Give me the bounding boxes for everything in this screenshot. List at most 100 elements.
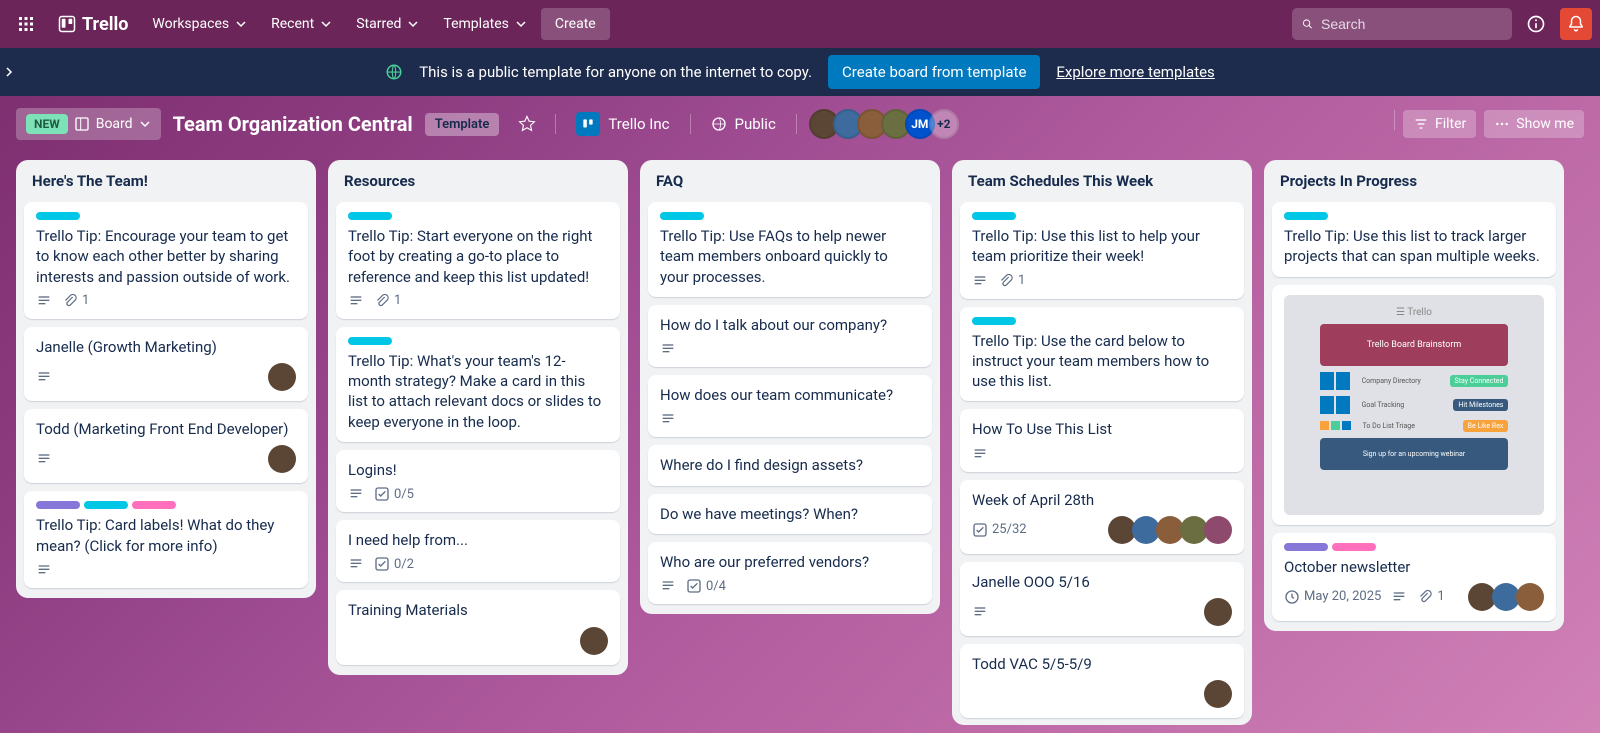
view-switcher[interactable]: NEW Board (16, 108, 161, 140)
card[interactable]: Trello Tip: Start everyone on the right … (336, 202, 620, 319)
list-title[interactable]: Projects In Progress (1272, 170, 1556, 194)
divider (690, 114, 691, 134)
card-members[interactable] (1204, 598, 1232, 626)
card[interactable]: I need help from...0/2 (336, 520, 620, 582)
card[interactable]: Trello Tip: Use FAQs to help newer team … (648, 202, 932, 297)
avatar[interactable] (580, 627, 608, 655)
card[interactable]: Trello Tip: What's your team's 12-month … (336, 327, 620, 442)
create-from-template-button[interactable]: Create board from template (828, 55, 1040, 89)
sidebar-expand[interactable] (0, 48, 18, 96)
filter-button[interactable]: Filter (1403, 110, 1476, 138)
card-labels[interactable] (348, 212, 608, 220)
card[interactable]: Who are our preferred vendors?0/4 (648, 542, 932, 604)
card[interactable]: ☰ TrelloTrello Board BrainstormCompany D… (1272, 285, 1556, 525)
avatar[interactable] (268, 363, 296, 391)
card[interactable]: Trello Tip: Use the card below to instru… (960, 307, 1244, 402)
card-badges (972, 598, 1232, 626)
card[interactable]: Trello Tip: Use this list to help your t… (960, 202, 1244, 299)
avatar-overflow[interactable]: +2 (929, 109, 959, 139)
list-title[interactable]: FAQ (648, 170, 932, 194)
label-cyan[interactable] (660, 212, 704, 220)
nav-templates[interactable]: Templates (433, 8, 537, 40)
info-button[interactable] (1520, 8, 1552, 40)
workspace-link[interactable]: Trello Inc (568, 108, 677, 140)
search-box[interactable] (1292, 8, 1512, 40)
card-labels[interactable] (972, 212, 1232, 220)
card-labels[interactable] (972, 317, 1232, 325)
label-purple[interactable] (1284, 543, 1328, 551)
label-cyan[interactable] (348, 337, 392, 345)
apps-launcher[interactable] (8, 8, 44, 40)
template-chip[interactable]: Template (425, 113, 500, 136)
list-title[interactable]: Resources (336, 170, 620, 194)
card[interactable]: Training Materials (336, 590, 620, 664)
list-title[interactable]: Here's The Team! (24, 170, 308, 194)
trello-logo[interactable]: Trello (48, 14, 138, 35)
label-pink[interactable] (1332, 543, 1376, 551)
card-labels[interactable] (36, 501, 296, 509)
card[interactable]: October newsletterMay 20, 20251 (1272, 533, 1556, 621)
card[interactable]: Trello Tip: Card labels! What do they me… (24, 491, 308, 588)
globe-icon (385, 63, 403, 81)
card[interactable]: Trello Tip: Encourage your team to get t… (24, 202, 308, 319)
chevron-down-icon (139, 118, 151, 130)
card-members[interactable] (1204, 680, 1232, 708)
board-title[interactable]: Team Organization Central (173, 112, 413, 136)
avatar[interactable] (1204, 516, 1232, 544)
explore-templates-link[interactable]: Explore more templates (1056, 63, 1214, 81)
label-pink[interactable] (132, 501, 176, 509)
card-badges (660, 411, 920, 427)
card[interactable]: Todd VAC 5/5-5/9 (960, 644, 1244, 718)
star-button[interactable] (511, 108, 543, 140)
card[interactable]: Todd (Marketing Front End Developer) (24, 409, 308, 483)
divider (1394, 110, 1395, 130)
label-cyan[interactable] (972, 212, 1016, 220)
card[interactable]: Janelle OOO 5/16 (960, 562, 1244, 636)
list: Resources Trello Tip: Start everyone on t… (328, 160, 628, 675)
card[interactable]: Trello Tip: Use this list to track large… (1272, 202, 1556, 277)
card-members[interactable] (268, 363, 296, 391)
create-button[interactable]: Create (541, 8, 610, 40)
card-labels[interactable] (348, 337, 608, 345)
board-canvas[interactable]: Here's The Team! Trello Tip: Encourage yo… (0, 152, 1600, 732)
card[interactable]: How do I talk about our company? (648, 305, 932, 367)
label-cyan[interactable] (36, 212, 80, 220)
search-input[interactable] (1321, 16, 1502, 32)
card[interactable]: How To Use This List (960, 409, 1244, 471)
label-purple[interactable] (36, 501, 80, 509)
list-title[interactable]: Team Schedules This Week (960, 170, 1244, 194)
avatar[interactable] (1516, 583, 1544, 611)
label-cyan[interactable] (84, 501, 128, 509)
search-icon (1302, 16, 1313, 32)
card[interactable]: Where do I find design assets? (648, 445, 932, 485)
avatar[interactable] (1204, 598, 1232, 626)
card[interactable]: Janelle (Growth Marketing) (24, 327, 308, 401)
avatar[interactable] (268, 445, 296, 473)
card-members[interactable] (1108, 516, 1232, 544)
card-labels[interactable] (1284, 543, 1544, 551)
card[interactable]: Logins!0/5 (336, 450, 620, 512)
card[interactable]: Week of April 28th25/32 (960, 480, 1244, 554)
card-members[interactable] (580, 627, 608, 655)
card[interactable]: How does our team communicate? (648, 375, 932, 437)
due-date-badge[interactable]: May 20, 2025 (1284, 589, 1381, 605)
label-cyan[interactable] (972, 317, 1016, 325)
visibility-button[interactable]: Public (703, 111, 784, 137)
nav-workspaces[interactable]: Workspaces (142, 8, 257, 40)
nav-recent[interactable]: Recent (261, 8, 342, 40)
card-members[interactable] (1468, 583, 1544, 611)
show-menu-button[interactable]: Show me (1484, 110, 1584, 138)
card-text: Do we have meetings? When? (660, 504, 920, 524)
card-labels[interactable] (1284, 212, 1544, 220)
card-labels[interactable] (660, 212, 920, 220)
board-members[interactable]: JM +2 (809, 109, 959, 139)
nav-starred[interactable]: Starred (346, 8, 429, 40)
card-text: Trello Tip: What's your team's 12-month … (348, 351, 608, 432)
card-labels[interactable] (36, 212, 296, 220)
card-members[interactable] (268, 445, 296, 473)
card[interactable]: Do we have meetings? When? (648, 494, 932, 534)
notifications-button[interactable] (1560, 8, 1592, 40)
label-cyan[interactable] (1284, 212, 1328, 220)
avatar[interactable] (1204, 680, 1232, 708)
label-cyan[interactable] (348, 212, 392, 220)
